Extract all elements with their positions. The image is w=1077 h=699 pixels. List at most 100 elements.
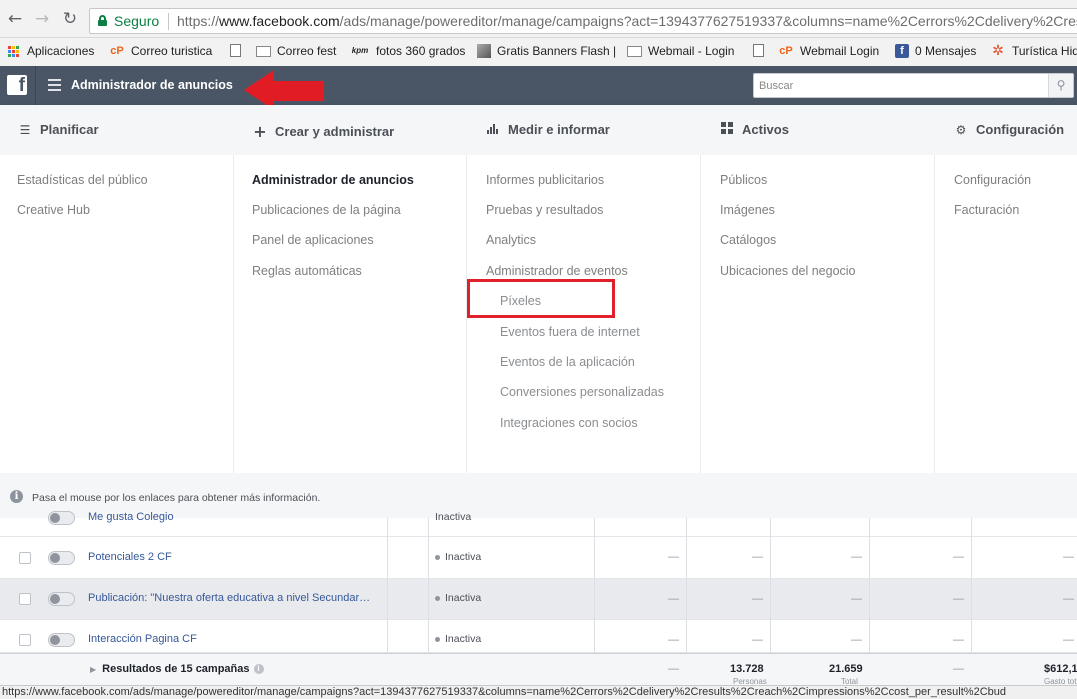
status-text: Inactiva xyxy=(445,592,482,604)
campaign-name[interactable]: Me gusta Colegio xyxy=(88,511,174,523)
table-row[interactable]: Potenciales 2 CF Inactiva xyxy=(0,537,1077,579)
toggle-switch[interactable] xyxy=(48,551,75,565)
bookmark-label: Webmail Login xyxy=(800,44,880,58)
empty-cell: — xyxy=(668,551,679,563)
bookmark-page[interactable] xyxy=(230,44,247,57)
menu-item-reglas[interactable]: Reglas automáticas xyxy=(252,264,362,278)
page-icon xyxy=(230,44,241,57)
menu-item-imagenes[interactable]: Imágenes xyxy=(720,203,775,217)
menu-item-administrador-anuncios[interactable]: Administrador de anuncios xyxy=(252,173,414,187)
menu-item-integraciones[interactable]: Integraciones con socios xyxy=(500,416,638,430)
gear-icon: ⚙ xyxy=(955,122,967,137)
kpm-icon: kpm xyxy=(351,46,369,55)
heading-medir: Medir e informar xyxy=(486,122,610,137)
bookmark-turistica[interactable]: ✲ Turística Hid xyxy=(990,44,1077,58)
bookmark-gratis-banners[interactable]: Gratis Banners Flash | xyxy=(477,44,616,58)
menu-item-publicos[interactable]: Públicos xyxy=(720,173,767,187)
bookmark-mensajes[interactable]: f 0 Mensajes xyxy=(895,44,976,58)
menu-header: ☰ Planificar + Crear y administrar Medir e… xyxy=(0,105,1077,155)
menu-item-informes[interactable]: Informes publicitarios xyxy=(486,173,604,187)
address-bar[interactable]: Seguro https://www.facebook.com/ads/mana… xyxy=(89,8,1077,34)
status-url: https://www.facebook.com/ads/manage/powe… xyxy=(2,686,1006,698)
campaign-name[interactable]: Potenciales 2 CF xyxy=(88,551,172,563)
bookmark-fotos-360[interactable]: kpm fotos 360 grados xyxy=(350,44,466,58)
bookmark-label: Aplicaciones xyxy=(27,44,95,58)
forward-arrow-icon[interactable]: → xyxy=(32,9,52,29)
menu-item-panel-aplicaciones[interactable]: Panel de aplicaciones xyxy=(252,233,374,247)
bookmark-webmail-login-2[interactable]: cP Webmail Login xyxy=(778,44,879,58)
search-input[interactable] xyxy=(759,77,1039,95)
menu-item-pruebas[interactable]: Pruebas y resultados xyxy=(486,203,603,217)
menu-item-eventos-app[interactable]: Eventos de la aplicación xyxy=(500,355,635,369)
menu-item-configuracion[interactable]: Configuración xyxy=(954,173,1031,187)
header-title[interactable]: Administrador de anuncios xyxy=(71,78,233,92)
plus-icon: + xyxy=(253,122,267,141)
empty-cell: — xyxy=(953,634,964,646)
heading-activos: Activos xyxy=(720,122,789,137)
toggle-switch[interactable] xyxy=(48,511,75,525)
row-checkbox[interactable] xyxy=(19,634,31,646)
expand-triangle-icon[interactable]: ▶ xyxy=(90,665,96,674)
bookmark-label: 0 Mensajes xyxy=(915,44,977,58)
campaign-name[interactable]: Publicación: "Nuestra oferta educativa a… xyxy=(88,592,370,604)
menu-item-administrador-eventos[interactable]: Administrador de eventos xyxy=(486,264,628,278)
menu-item-analytics[interactable]: Analytics xyxy=(486,233,536,247)
menu-item-estadisticas[interactable]: Estadísticas del público xyxy=(17,173,148,187)
row-checkbox[interactable] xyxy=(19,552,31,564)
search-box: ⚲ xyxy=(753,73,1074,98)
facebook-logo-icon[interactable]: f xyxy=(7,75,27,96)
back-arrow-icon[interactable]: ← xyxy=(5,9,25,29)
secure-label: Seguro xyxy=(114,13,160,29)
campaign-name[interactable]: Interacción Pagina CF xyxy=(88,633,197,645)
table-row[interactable]: Interacción Pagina CF Inactiva xyxy=(0,620,1077,653)
apps-grid-icon xyxy=(8,45,19,57)
empty-cell: — xyxy=(851,634,862,646)
info-icon: i xyxy=(10,490,23,503)
column-divider xyxy=(934,155,935,473)
bookmark-label: Turística Hid xyxy=(1012,44,1077,58)
status-text: Inactiva xyxy=(445,633,482,645)
heading-crear: + Crear y administrar xyxy=(253,122,394,141)
url-text[interactable]: https://www.facebook.com/ads/manage/powe… xyxy=(177,13,1077,29)
toggle-switch[interactable] xyxy=(48,592,75,606)
campaign-status: Inactiva xyxy=(435,551,481,563)
menu-item-catalogos[interactable]: Catálogos xyxy=(720,233,776,247)
toggle-switch[interactable] xyxy=(48,633,75,647)
total-spend: $612,1 xyxy=(1044,663,1077,675)
cpanel-icon: cP xyxy=(110,45,124,57)
row-checkbox[interactable] xyxy=(19,593,31,605)
bookmark-correo-turistica[interactable]: cP Correo turistica xyxy=(109,44,212,58)
bookmark-webmail-login[interactable]: Webmail - Login xyxy=(627,44,734,58)
menu-item-eventos-fuera[interactable]: Eventos fuera de internet xyxy=(500,325,640,339)
campaign-status: Inactiva xyxy=(435,633,481,645)
bookmark-page-2[interactable] xyxy=(753,44,770,57)
menu-item-conversiones[interactable]: Conversiones personalizadas xyxy=(500,385,664,399)
bookmarks-bar: Aplicaciones cP Correo turistica Correo … xyxy=(0,38,1077,66)
empty-cell: — xyxy=(1063,634,1074,646)
bar-chart-icon xyxy=(486,123,500,137)
column-divider xyxy=(233,155,234,473)
mail-icon xyxy=(627,45,642,57)
totals-row: ▶ Resultados de 15 campañas i — 13.728 Per… xyxy=(0,653,1077,686)
menu-item-facturacion[interactable]: Facturación xyxy=(954,203,1019,217)
empty-cell: — xyxy=(851,551,862,563)
menu-item-ubicaciones[interactable]: Ubicaciones del negocio xyxy=(720,264,856,278)
empty-cell: — xyxy=(668,634,679,646)
bookmark-aplicaciones[interactable]: Aplicaciones xyxy=(8,44,94,58)
totals-label[interactable]: ▶ Resultados de 15 campañas i xyxy=(90,663,264,675)
table-row[interactable]: Publicación: "Nuestra oferta educativa a… xyxy=(0,579,1077,620)
campaign-status: Inactiva xyxy=(435,592,481,604)
search-icon[interactable]: ⚲ xyxy=(1048,74,1073,97)
menu-item-creative-hub[interactable]: Creative Hub xyxy=(17,203,90,217)
empty-cell: — xyxy=(851,593,862,605)
campaign-status: Inactiva xyxy=(435,511,471,523)
header-divider xyxy=(35,66,36,105)
empty-cell: — xyxy=(953,663,964,675)
browser-toolbar: ← → ↻ Seguro https://www.facebook.com/ad… xyxy=(0,0,1077,38)
bookmark-correo-fest[interactable]: Correo fest xyxy=(256,44,336,58)
table-row[interactable]: Me gusta Colegio Inactiva xyxy=(0,511,1077,537)
menu-item-publicaciones[interactable]: Publicaciones de la página xyxy=(252,203,401,217)
bookmark-label: Gratis Banners Flash | xyxy=(497,44,617,58)
reload-icon[interactable]: ↻ xyxy=(60,9,80,29)
hamburger-menu-icon[interactable] xyxy=(48,79,61,91)
